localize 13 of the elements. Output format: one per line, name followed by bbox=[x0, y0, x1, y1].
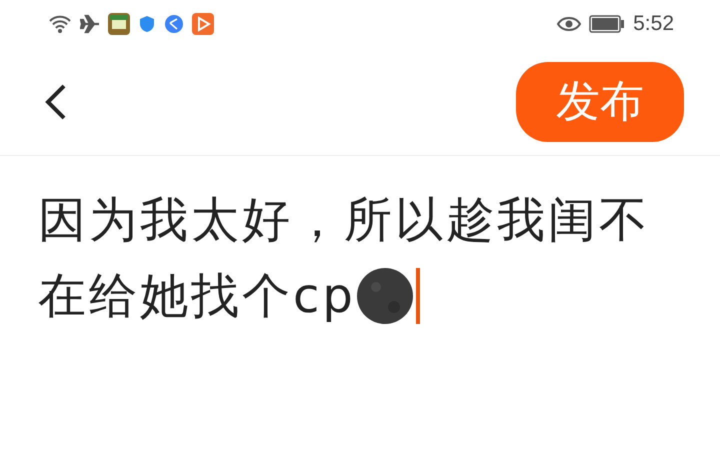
moon-icon bbox=[356, 267, 414, 325]
play-icon bbox=[192, 13, 214, 35]
text-cursor bbox=[416, 268, 420, 324]
shield-icon bbox=[138, 14, 156, 34]
wifi-icon bbox=[48, 14, 72, 34]
post-text-line: 因为我太好，所以趁我闺不 bbox=[38, 191, 650, 250]
post-text-line: 在给她找个cp bbox=[38, 267, 356, 326]
status-time: 5:52 bbox=[633, 12, 674, 36]
airplane-icon bbox=[80, 14, 100, 34]
eye-icon bbox=[557, 16, 582, 32]
battery-icon bbox=[589, 15, 626, 33]
app-icon bbox=[108, 13, 130, 35]
publish-button[interactable]: 发布 bbox=[516, 62, 684, 142]
